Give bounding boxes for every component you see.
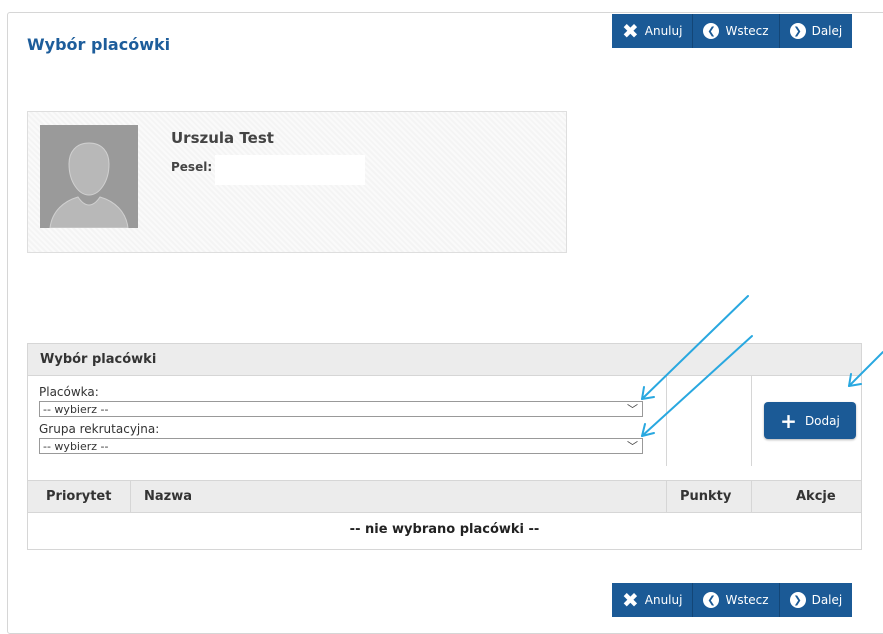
section-header: Wybór placówki <box>28 344 861 376</box>
circle-arrow-right-icon: ❯ <box>789 592 806 608</box>
empty-column <box>667 376 752 466</box>
cancel-button-label: Anuluj <box>644 24 683 38</box>
next-button-label: Dalej <box>811 593 843 607</box>
cancel-button[interactable]: ✖ Anuluj <box>612 583 694 617</box>
column-divider <box>751 481 752 512</box>
next-button[interactable]: ❯ Dalej <box>780 14 853 48</box>
back-button-label: Wstecz <box>725 593 769 607</box>
avatar-placeholder-icon <box>40 125 138 228</box>
column-divider <box>666 481 667 512</box>
column-divider <box>130 481 131 512</box>
facility-select[interactable]: -- wybierz -- ﹀ <box>39 401 643 417</box>
table-empty-message: -- nie wybrano placówki -- <box>349 522 540 537</box>
add-column: + Dodaj <box>752 376 861 466</box>
profile-card: Urszula Test Pesel: <box>27 111 567 253</box>
back-button-label: Wstecz <box>725 24 769 38</box>
column-header-priority: Priorytet <box>46 489 112 504</box>
close-icon: ✖ <box>622 19 639 43</box>
pesel-value-redacted <box>215 155 365 185</box>
user-silhouette-icon <box>40 125 138 228</box>
add-button-label: Dodaj <box>804 413 840 428</box>
next-button[interactable]: ❯ Dalej <box>780 583 853 617</box>
back-button[interactable]: ❮ Wstecz <box>693 14 780 48</box>
chevron-down-icon: ﹀ <box>627 403 638 416</box>
back-button[interactable]: ❮ Wstecz <box>693 583 780 617</box>
facility-label: Placówka: <box>39 385 99 399</box>
cancel-button[interactable]: ✖ Anuluj <box>612 14 694 48</box>
recruitment-group-select[interactable]: -- wybierz -- ﹀ <box>39 438 643 454</box>
group-label: Grupa rekrutacyjna: <box>39 422 160 436</box>
close-icon: ✖ <box>622 588 639 612</box>
next-button-label: Dalej <box>811 24 843 38</box>
facility-selection-section: Wybór placówki Placówka: -- wybierz -- ﹀… <box>27 343 862 550</box>
page-title: Wybór placówki <box>27 35 171 54</box>
circle-arrow-left-icon: ❮ <box>703 592 720 608</box>
student-name: Urszula Test <box>171 129 274 147</box>
bottom-toolbar: ✖ Anuluj ❮ Wstecz ❯ Dalej <box>612 583 853 617</box>
cancel-button-label: Anuluj <box>644 593 683 607</box>
column-header-points: Punkty <box>680 489 732 504</box>
chevron-down-icon: ﹀ <box>627 440 638 453</box>
top-toolbar: ✖ Anuluj ❮ Wstecz ❯ Dalej <box>612 14 853 48</box>
selection-form: Placówka: -- wybierz -- ﹀ Grupa rekrutac… <box>28 376 667 466</box>
table-header: Priorytet Nazwa Punkty Akcje <box>28 480 861 513</box>
circle-arrow-right-icon: ❯ <box>789 23 806 39</box>
pesel-label: Pesel: <box>171 160 213 174</box>
add-button[interactable]: + Dodaj <box>764 402 856 439</box>
column-header-actions: Akcje <box>796 489 836 504</box>
column-header-name: Nazwa <box>144 489 193 504</box>
plus-icon: + <box>780 408 797 433</box>
circle-arrow-left-icon: ❮ <box>703 23 720 39</box>
group-select-value: -- wybierz -- <box>43 440 109 453</box>
facility-select-value: -- wybierz -- <box>43 403 109 416</box>
